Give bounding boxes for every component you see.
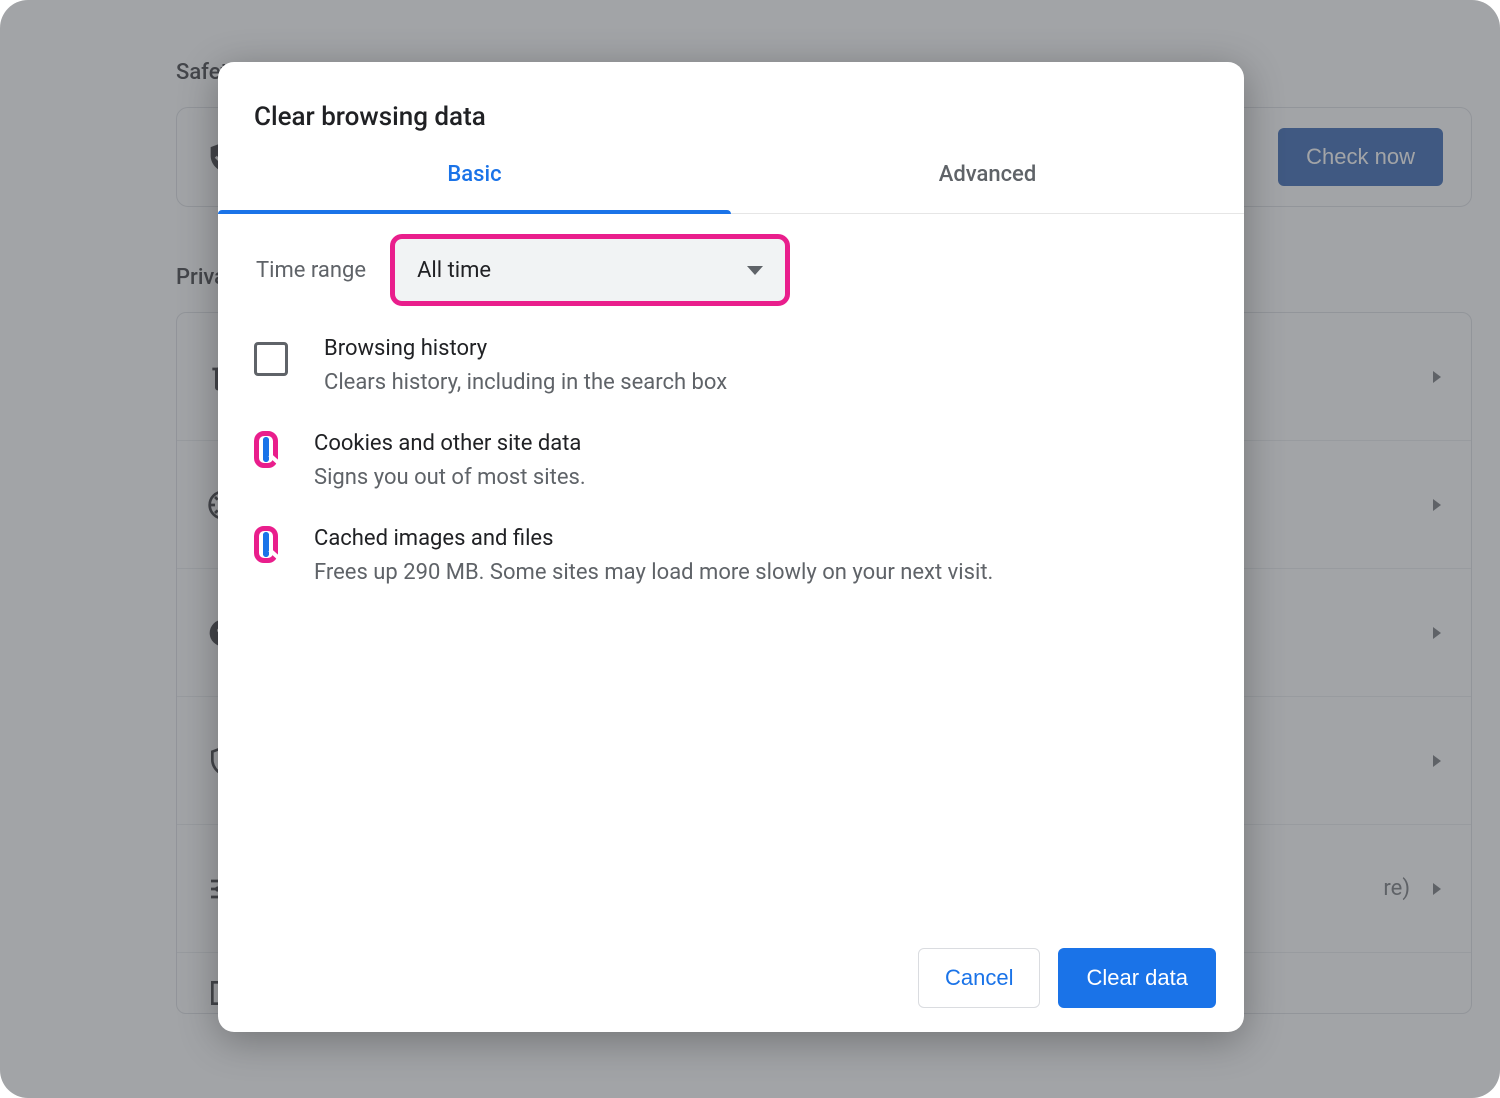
dialog-title: Clear browsing data [218, 62, 1244, 162]
time-range-select[interactable]: All time [390, 234, 790, 306]
tab-basic[interactable]: Basic [218, 162, 731, 213]
highlight-box [254, 431, 278, 468]
time-range-value: All time [417, 258, 491, 283]
option-row-browsing-history: Browsing history Clears history, includi… [254, 336, 1208, 399]
dropdown-caret-icon [747, 266, 763, 275]
checkbox-browsing-history[interactable] [254, 342, 288, 376]
option-description: Frees up 290 MB. Some sites may load mor… [314, 557, 993, 589]
highlight-box [254, 526, 278, 563]
option-description: Clears history, including in the search … [324, 367, 727, 399]
option-row-cookies: Cookies and other site data Signs you ou… [254, 431, 1208, 494]
clear-data-button[interactable]: Clear data [1058, 948, 1216, 1008]
checkbox-cookies[interactable] [263, 437, 269, 462]
checkbox-cache[interactable] [263, 532, 269, 557]
option-title: Browsing history [324, 336, 727, 361]
tab-advanced[interactable]: Advanced [731, 162, 1244, 213]
clear-browsing-data-dialog: Clear browsing data Basic Advanced Time … [218, 62, 1244, 1032]
option-description: Signs you out of most sites. [314, 462, 586, 494]
cancel-button[interactable]: Cancel [918, 948, 1040, 1008]
option-row-cache: Cached images and files Frees up 290 MB.… [254, 526, 1208, 589]
option-title: Cookies and other site data [314, 431, 586, 456]
option-title: Cached images and files [314, 526, 993, 551]
dialog-tabs: Basic Advanced [218, 162, 1244, 214]
time-range-label: Time range [256, 258, 366, 283]
